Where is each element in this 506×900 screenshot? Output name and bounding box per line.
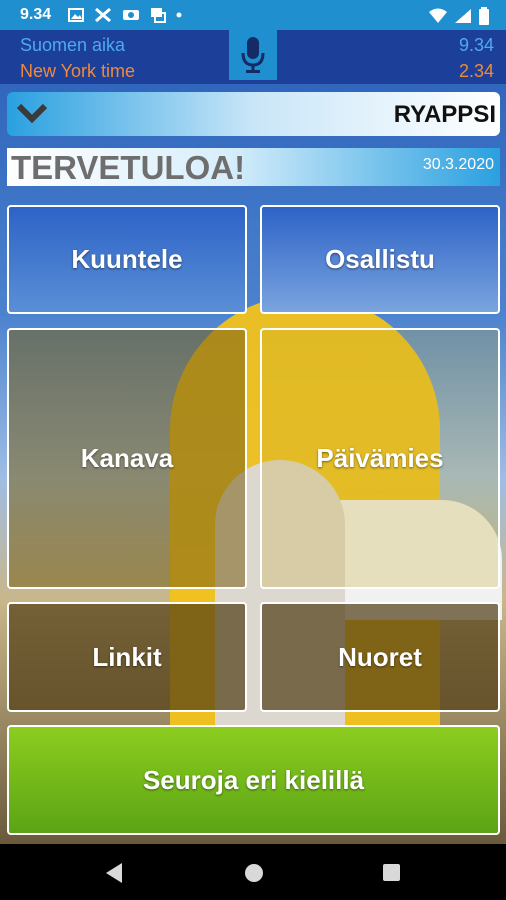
welcome-bar: TERVETULOA! 30.3.2020 — [7, 148, 500, 186]
tile-label: Kuuntele — [71, 244, 183, 274]
recents-icon[interactable] — [381, 862, 401, 884]
home-icon[interactable] — [243, 862, 265, 884]
tile-label: Nuoret — [338, 641, 422, 672]
signal-icon — [455, 9, 471, 23]
dot-icon — [176, 12, 182, 18]
wifi-icon — [429, 8, 447, 23]
tile-label: Linkit — [92, 641, 162, 672]
notification-icons — [68, 7, 182, 23]
microphone-button[interactable] — [229, 30, 277, 80]
tile-label: Kanava — [80, 443, 174, 473]
finnish-time-value: 9.34 — [458, 35, 494, 55]
microphone-icon — [241, 37, 265, 73]
vpn-icon — [123, 10, 139, 20]
newyork-time-value: 2.34 — [458, 61, 494, 81]
chevron-down-icon[interactable] — [15, 100, 49, 126]
status-bar: 9.34 — [0, 0, 506, 30]
translate-icon — [151, 8, 166, 23]
current-date: 30.3.2020 — [422, 156, 494, 173]
tile-nuoret[interactable]: Nuoret — [260, 602, 500, 712]
tile-label: Osallistu — [325, 244, 435, 274]
tile-kuuntele[interactable]: Kuuntele — [7, 205, 247, 314]
welcome-text: TERVETULOA! — [11, 149, 246, 186]
system-icons — [428, 7, 490, 25]
image-icon — [68, 8, 84, 22]
tile-label: Seuroja eri kielillä — [142, 764, 365, 795]
tile-label: Päivämies — [316, 443, 444, 473]
status-time: 9.34 — [20, 6, 52, 23]
app-name: RYAPPSI — [393, 101, 496, 128]
back-icon[interactable] — [104, 862, 124, 884]
finnish-time-label: Suomen aika — [20, 35, 126, 55]
languages-button[interactable]: Seuroja eri kielillä — [7, 725, 500, 835]
tile-linkit[interactable]: Linkit — [7, 602, 247, 712]
newyork-time-label: New York time — [20, 61, 136, 81]
battery-icon — [479, 7, 489, 25]
tile-kanava[interactable]: Kanava — [7, 328, 247, 589]
tools-icon — [95, 7, 111, 23]
app-header[interactable]: RYAPPSI — [7, 92, 500, 136]
tile-paivamies[interactable]: Päivämies — [260, 328, 500, 589]
navigation-bar — [0, 844, 506, 900]
tile-osallistu[interactable]: Osallistu — [260, 205, 500, 314]
